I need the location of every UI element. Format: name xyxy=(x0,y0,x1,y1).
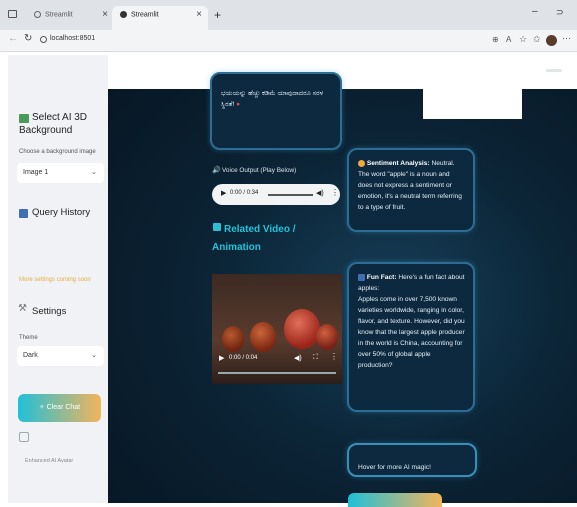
audio-progress[interactable] xyxy=(268,194,313,196)
tab-title: Streamlit xyxy=(131,11,159,19)
chevron-down-icon: ⌄ xyxy=(91,169,97,176)
video-player[interactable]: ▶ 0:00 / 0:04 ◀) ⛶ ⋮ xyxy=(212,274,342,384)
hover-card[interactable]: Hover for more AI magic! xyxy=(347,443,477,477)
tab-title: Streamlit xyxy=(45,11,73,19)
fun-fact-icon xyxy=(358,273,365,281)
chevron-down-icon: ⌄ xyxy=(91,352,97,359)
video-progress[interactable] xyxy=(218,372,336,374)
app-menu-icon[interactable] xyxy=(546,69,562,72)
extensions-icon[interactable]: ⊕ xyxy=(492,35,499,44)
sidebar: Select AI 3D Background Choose a backgro… xyxy=(8,55,108,503)
heart-emoji-icon: ● xyxy=(236,101,241,108)
gear-icon: ⚒ xyxy=(18,303,27,314)
apple-shape xyxy=(222,326,244,352)
query-history-title: Query History xyxy=(32,207,91,218)
apple-shape xyxy=(284,309,320,349)
broom-icon: ✧ xyxy=(38,404,47,411)
profile-avatar-icon[interactable] xyxy=(546,35,557,46)
sentiment-text: Neutral. The word "apple" is a noun and … xyxy=(358,160,462,211)
background-select-label: Choose a background image xyxy=(19,149,96,155)
theme-select-value: Dark xyxy=(23,352,38,359)
play-icon[interactable]: ▶ xyxy=(219,354,224,362)
collections-icon[interactable]: ✩ xyxy=(533,34,541,45)
clear-chat-label: Clear Chat xyxy=(46,404,81,411)
site-info-icon[interactable] xyxy=(40,36,47,43)
sentiment-label: Sentiment Analysis: xyxy=(366,160,430,167)
more-settings-note: More settings coming soon xyxy=(19,277,91,283)
theme-label: Theme xyxy=(19,335,38,341)
history-icon xyxy=(19,209,28,218)
background-select-value: Image 1 xyxy=(23,169,49,176)
voice-output-label: Voice Output (Play Below) xyxy=(222,167,297,174)
footer-caption: Enhanced AI Avatar xyxy=(25,458,74,464)
browser-tab-1[interactable]: Streamlit × xyxy=(26,6,114,30)
settings-title: Settings xyxy=(32,306,67,317)
clear-chat-button[interactable]: ✧ Clear Chat xyxy=(18,394,101,422)
fun-fact-label: Fun Fact: xyxy=(366,274,397,281)
audio-time: 0:00 / 0:34 xyxy=(230,190,259,196)
more-options-icon[interactable]: ⋮ xyxy=(331,188,339,197)
theme-select[interactable]: Dark ⌄ xyxy=(17,346,104,366)
avatar-image-icon xyxy=(19,432,29,442)
tab-favicon-icon xyxy=(120,11,127,18)
hover-text: Hover for more AI magic! xyxy=(358,464,431,471)
volume-icon[interactable]: ◀) xyxy=(316,189,324,197)
url-field[interactable]: localhost:8501 xyxy=(50,35,95,42)
back-icon[interactable]: ← xyxy=(8,33,18,44)
related-video-heading: Related Video / Animation xyxy=(212,224,296,253)
more-menu-icon[interactable]: ⋯ xyxy=(562,33,571,44)
window-menu-icon[interactable] xyxy=(8,10,17,18)
apple-shape xyxy=(316,324,338,350)
white-panel xyxy=(423,89,522,119)
tab-favicon-icon xyxy=(34,11,41,18)
audio-player[interactable]: ▶ 0:00 / 0:34 ◀) ⋮ xyxy=(212,184,340,205)
more-options-icon[interactable]: ⋮ xyxy=(330,352,338,361)
fun-fact-card: Fun Fact: Here's a fun fact about apples… xyxy=(347,262,475,412)
fullscreen-icon[interactable]: ⛶ xyxy=(313,354,318,362)
tab-close-icon[interactable]: × xyxy=(196,9,202,20)
browser-tab-bar: Streamlit × Streamlit × + – ⊃ xyxy=(0,0,577,30)
reload-icon[interactable]: ↻ xyxy=(24,33,32,44)
apple-shape xyxy=(250,322,276,352)
browser-tab-2[interactable]: Streamlit × xyxy=(112,6,208,30)
new-tab-icon[interactable]: + xyxy=(214,8,221,22)
play-icon[interactable]: ▶ xyxy=(221,189,226,197)
address-bar: ← ↻ localhost:8501 ⊕ A ☆ ✩ ⋯ xyxy=(0,30,577,52)
tab-close-icon[interactable]: × xyxy=(102,9,108,20)
main-content: ಭಯಯನ್ನು ಹೆಚ್ಚು ಕಡಿಮೆ ಯಾವುದಾದರೂ ಸರಳ ಸ್ಥಿರ… xyxy=(108,55,577,507)
restore-icon[interactable]: ⊃ xyxy=(556,7,564,18)
video-time: 0:00 / 0:04 xyxy=(229,355,258,361)
fun-fact-text: Apples come in over 7,500 known varietie… xyxy=(358,296,465,369)
minimize-icon[interactable]: – xyxy=(532,6,538,17)
read-aloud-icon[interactable]: A xyxy=(506,35,511,44)
top-header-strip xyxy=(108,55,577,89)
sentiment-card: Sentiment Analysis: Neutral. The word "a… xyxy=(347,148,475,232)
background-select[interactable]: Image 1 ⌄ xyxy=(17,163,104,183)
sentiment-icon xyxy=(358,159,365,167)
select-background-title: Select AI 3D Background xyxy=(19,112,88,136)
response-card: ಭಯಯನ್ನು ಹೆಚ್ಚು ಕಡಿಮೆ ಯಾವುದಾದರೂ ಸರಳ ಸ್ಥಿರ… xyxy=(210,72,342,150)
volume-icon[interactable]: ◀) xyxy=(294,354,302,362)
speaker-icon: 🔊 xyxy=(212,167,221,174)
favorite-icon[interactable]: ☆ xyxy=(519,34,527,45)
